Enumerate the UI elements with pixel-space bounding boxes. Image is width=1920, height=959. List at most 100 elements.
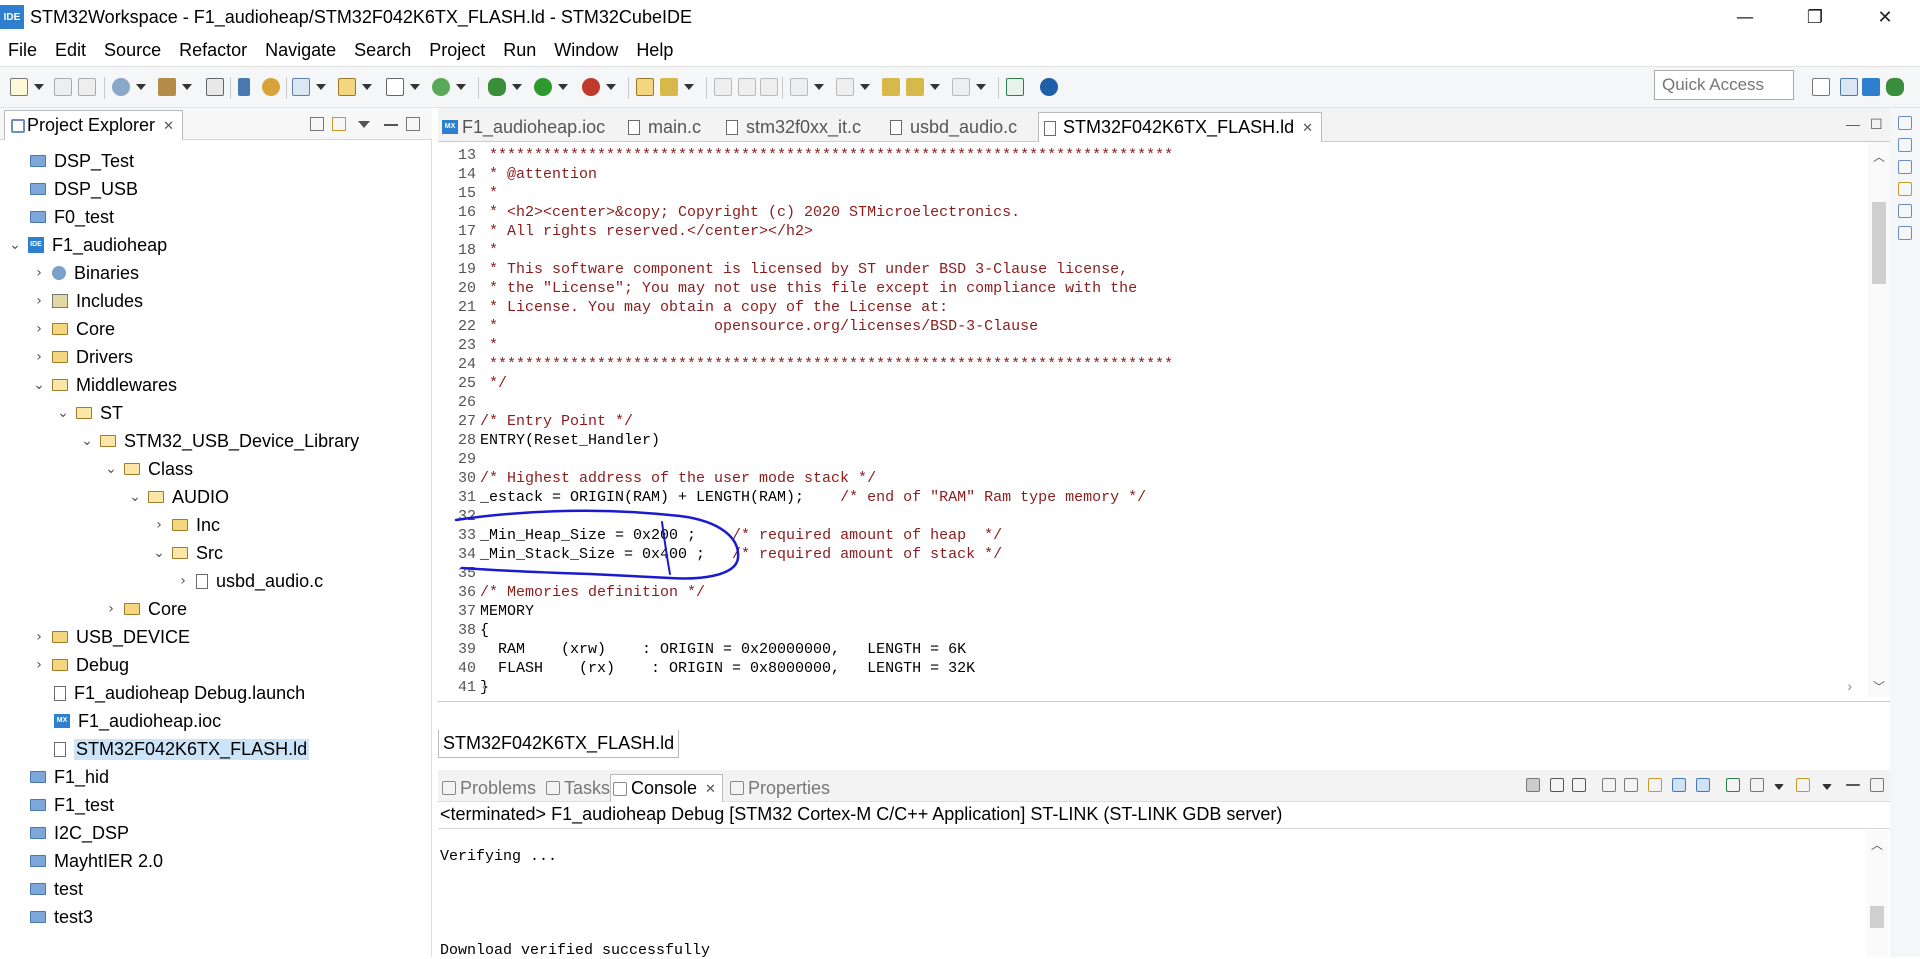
- close-icon[interactable]: ✕: [163, 118, 174, 134]
- chevron-right-icon[interactable]: ›: [32, 349, 46, 365]
- editor-bottom-tab[interactable]: STM32F042K6TX_FLASH.ld: [438, 730, 680, 758]
- chevron-down-icon[interactable]: ⌄: [8, 237, 22, 253]
- chevron-right-icon[interactable]: ›: [32, 265, 46, 281]
- tree-item[interactable]: › Debug: [32, 651, 129, 679]
- minimize-button[interactable]: —: [1710, 0, 1780, 34]
- build-config-dropdown-icon[interactable]: [136, 84, 146, 90]
- open-console-icon[interactable]: [1796, 778, 1810, 792]
- chevron-down-icon[interactable]: ⌄: [80, 433, 94, 449]
- tree-item[interactable]: MX F1_audioheap.ioc: [54, 707, 221, 735]
- new-file-icon[interactable]: [386, 78, 404, 96]
- tree-item[interactable]: test3: [30, 903, 93, 931]
- code-editor[interactable]: 13 *************************************…: [438, 142, 1890, 702]
- binary-icon[interactable]: [206, 78, 224, 96]
- editor-tab[interactable]: MX F1_audioheap.ioc: [442, 112, 605, 142]
- tree-item[interactable]: › Core: [104, 595, 187, 623]
- open-perspective-icon[interactable]: [1006, 78, 1024, 96]
- tree-item[interactable]: test: [30, 875, 83, 903]
- scroll-up-icon[interactable]: ︿: [1873, 148, 1885, 165]
- tree-item[interactable]: STM32F042K6TX_FLASH.ld: [54, 735, 310, 763]
- debug-icon[interactable]: [262, 78, 280, 96]
- menu-search[interactable]: Search: [354, 40, 411, 61]
- close-button[interactable]: ✕: [1850, 0, 1920, 34]
- clear-console-icon[interactable]: [1602, 778, 1616, 792]
- next-annotation-dropdown-icon[interactable]: [814, 84, 824, 90]
- next-annotation-icon[interactable]: [790, 78, 808, 96]
- close-icon[interactable]: ✕: [1302, 120, 1313, 136]
- console-output[interactable]: Verifying ... Download verified successf…: [438, 830, 1890, 959]
- chevron-right-icon[interactable]: ›: [32, 321, 46, 337]
- tree-item[interactable]: DSP_USB: [30, 175, 138, 203]
- display-console-icon[interactable]: [1750, 778, 1764, 792]
- tasks-tab[interactable]: Tasks: [544, 774, 610, 802]
- project-explorer-tab[interactable]: Project Explorer ✕: [4, 110, 183, 140]
- tree-item[interactable]: F1_hid: [30, 763, 109, 791]
- tree-item[interactable]: › Includes: [32, 287, 143, 315]
- tree-item[interactable]: › Core: [32, 315, 115, 343]
- run-icon[interactable]: [534, 78, 552, 96]
- debug-perspective-icon[interactable]: [1886, 78, 1904, 96]
- toggle-block-icon[interactable]: [738, 78, 756, 96]
- tree-item[interactable]: F1_test: [30, 791, 114, 819]
- bug-debug-icon[interactable]: [488, 78, 506, 96]
- tree-item[interactable]: › Drivers: [32, 343, 133, 371]
- horizontal-scrollbar[interactable]: ‹ ›: [482, 678, 1852, 696]
- forward-dropdown-icon[interactable]: [976, 84, 986, 90]
- minimize-console-icon[interactable]: [1846, 784, 1860, 786]
- tree-item[interactable]: DSP_Test: [30, 147, 134, 175]
- chevron-right-icon[interactable]: ›: [32, 293, 46, 309]
- external-tools-icon[interactable]: [582, 78, 600, 96]
- chevron-down-icon[interactable]: ⌄: [32, 377, 46, 393]
- terminate-icon[interactable]: [1526, 778, 1540, 792]
- vertical-scrollbar[interactable]: ︿ ﹀: [1868, 142, 1890, 697]
- build-icon[interactable]: [158, 78, 176, 96]
- tree-item[interactable]: ⌄ AUDIO: [128, 483, 229, 511]
- tree-item[interactable]: F0_test: [30, 203, 114, 231]
- menu-run[interactable]: Run: [503, 40, 536, 61]
- open-type-icon[interactable]: [636, 78, 654, 96]
- word-wrap-icon[interactable]: [1648, 778, 1662, 792]
- console-scrollbar[interactable]: ︿: [1866, 830, 1888, 957]
- menu-refactor[interactable]: Refactor: [179, 40, 247, 61]
- scroll-left-icon[interactable]: ‹: [482, 678, 487, 694]
- menu-file[interactable]: File: [8, 40, 37, 61]
- outline-view-icon[interactable]: [1898, 138, 1912, 152]
- save-icon[interactable]: [54, 78, 72, 96]
- restore-icon[interactable]: [1898, 116, 1912, 130]
- quick-access-input[interactable]: [1654, 70, 1794, 100]
- skip-breakpoints-icon[interactable]: [238, 78, 250, 96]
- chevron-down-icon[interactable]: ⌄: [56, 405, 70, 421]
- vertical-scroll-thumb[interactable]: [1872, 202, 1886, 284]
- editor-tab[interactable]: stm32f0xx_it.c: [726, 112, 861, 142]
- chevron-right-icon[interactable]: ›: [176, 573, 190, 589]
- scroll-down-icon[interactable]: ﹀: [1873, 678, 1885, 695]
- console-scroll-up-icon[interactable]: ︿: [1871, 836, 1883, 853]
- open-folder-icon[interactable]: [338, 78, 356, 96]
- tree-item[interactable]: ⌄ Class: [104, 455, 193, 483]
- chevron-right-icon[interactable]: ›: [104, 601, 118, 617]
- remove-all-icon[interactable]: [1572, 778, 1586, 792]
- menu-navigate[interactable]: Navigate: [265, 40, 336, 61]
- new-class-icon[interactable]: [432, 78, 450, 96]
- prev-annotation-icon[interactable]: [836, 78, 854, 96]
- static-stack-icon[interactable]: [1898, 182, 1912, 196]
- save-all-icon[interactable]: [78, 78, 96, 96]
- build-analyzer-icon[interactable]: [1898, 204, 1912, 218]
- tree-item[interactable]: ⌄ IDE F1_audioheap: [8, 231, 167, 259]
- perspective-icon[interactable]: [1812, 78, 1830, 96]
- code-area[interactable]: 13 *************************************…: [438, 142, 1858, 700]
- scroll-lock-icon[interactable]: [1624, 778, 1638, 792]
- build-config-icon[interactable]: [112, 78, 130, 96]
- info-icon[interactable]: [1040, 78, 1058, 96]
- maximize-view-icon[interactable]: [406, 117, 420, 131]
- menu-window[interactable]: Window: [554, 40, 618, 61]
- tree-item[interactable]: I2C_DSP: [30, 819, 129, 847]
- collapse-all-icon[interactable]: [310, 117, 324, 131]
- chevron-right-icon[interactable]: ›: [32, 657, 46, 673]
- menu-project[interactable]: Project: [429, 40, 485, 61]
- tree-item[interactable]: F1_audioheap Debug.launch: [54, 679, 305, 707]
- build-targets-icon[interactable]: [1898, 160, 1912, 174]
- editor-tab[interactable]: STM32F042K6TX_FLASH.ld ✕: [1038, 112, 1323, 142]
- last-edit-icon[interactable]: [882, 78, 900, 96]
- tree-item[interactable]: ⌄ Src: [152, 539, 223, 567]
